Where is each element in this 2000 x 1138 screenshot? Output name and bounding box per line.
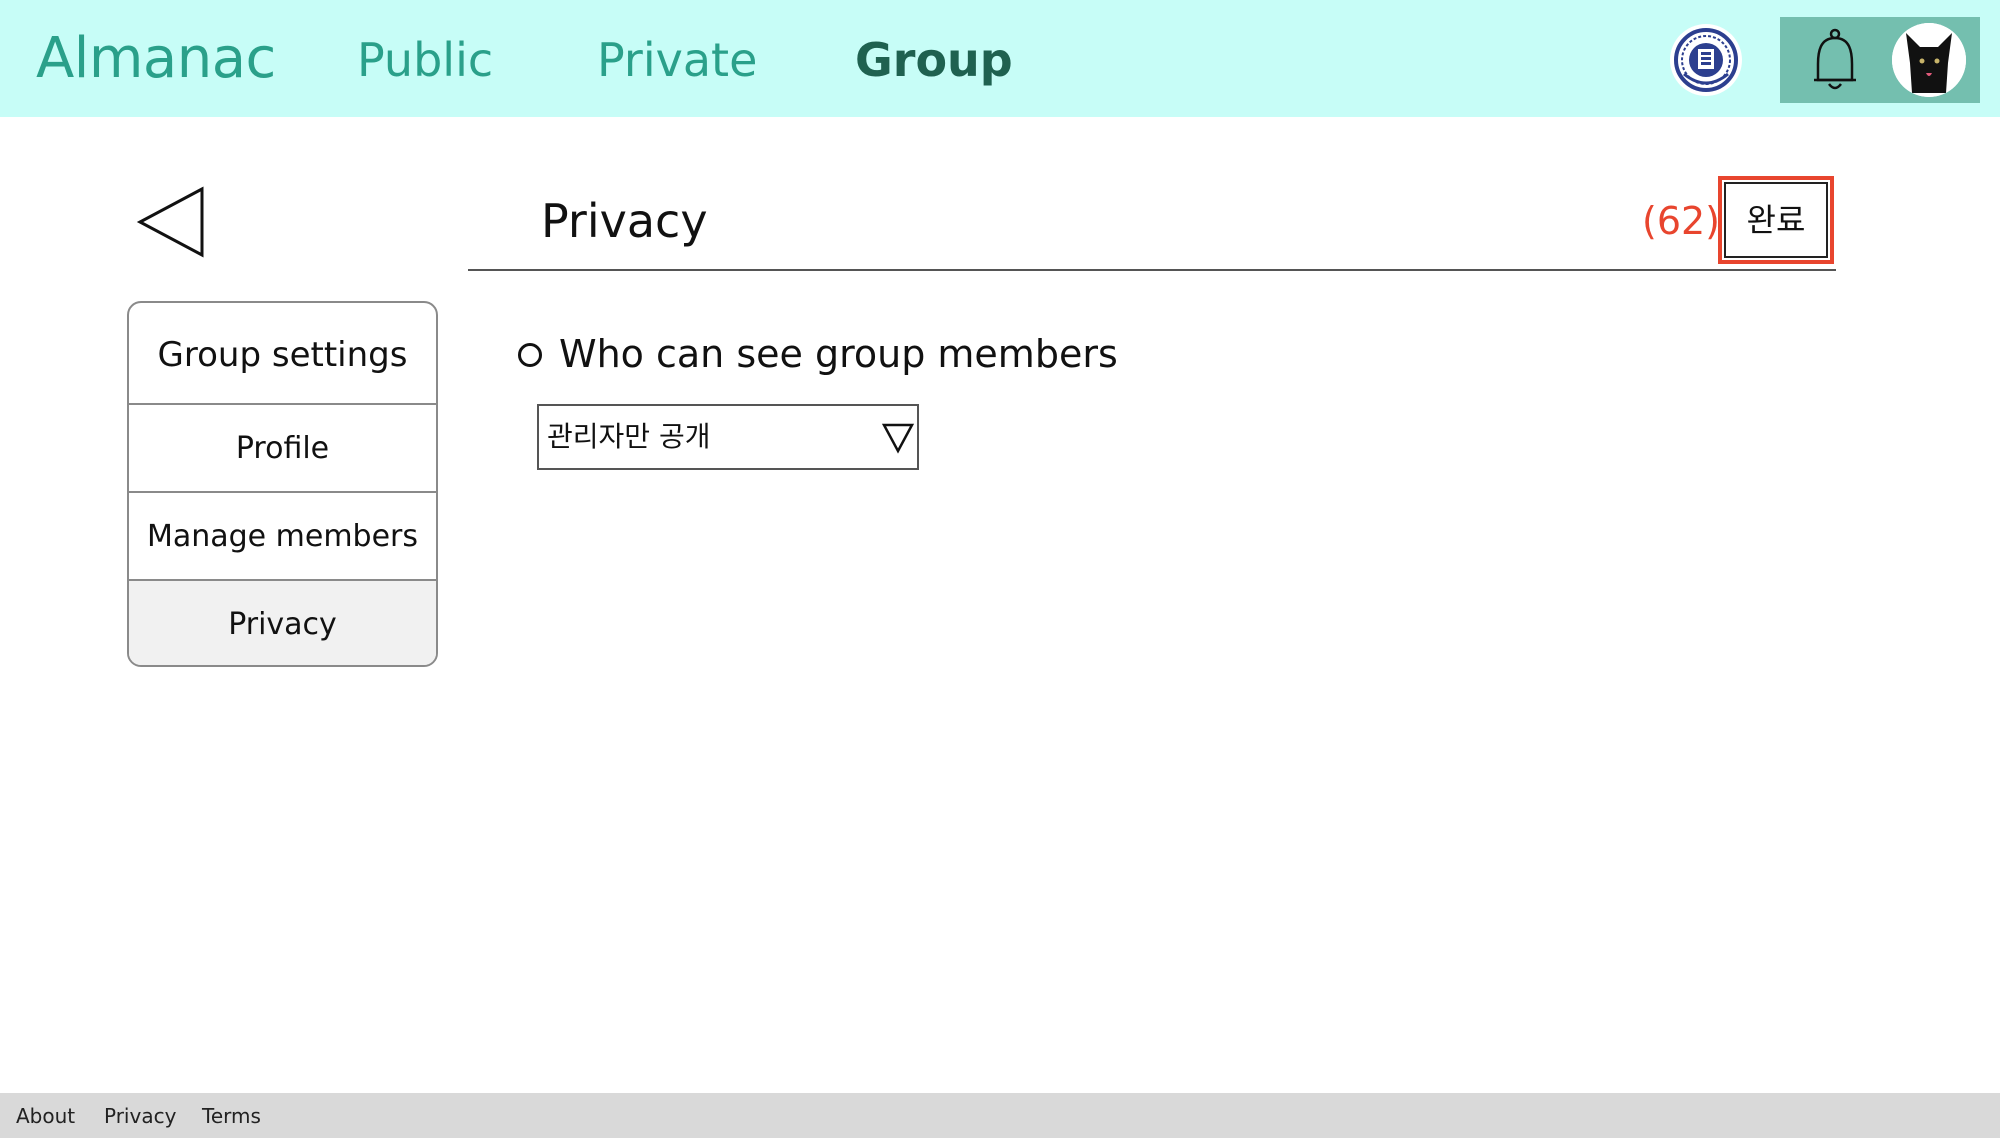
university-seal-icon[interactable] bbox=[1670, 24, 1742, 96]
sidebar-item-privacy[interactable]: Privacy bbox=[129, 581, 436, 665]
sidebar-item-profile[interactable]: Profile bbox=[129, 405, 436, 493]
seal-graphic bbox=[1674, 28, 1738, 92]
sidebar-title: Group settings bbox=[129, 303, 436, 405]
select-current-value: 관리자만 공개 bbox=[547, 420, 711, 453]
nav-tab-group[interactable]: Group bbox=[855, 32, 1013, 88]
footer-link-terms[interactable]: Terms bbox=[202, 1101, 261, 1131]
top-navigation-bar: Almanac Public Private Group bbox=[0, 0, 2000, 117]
nav-tab-private[interactable]: Private bbox=[597, 32, 757, 88]
page-footer: About Privacy Terms bbox=[0, 1093, 2000, 1138]
setting-bullet-icon bbox=[518, 343, 542, 367]
settings-sidebar: Group settings Profile Manage members Pr… bbox=[127, 301, 438, 667]
sidebar-item-manage-members[interactable]: Manage members bbox=[129, 493, 436, 581]
footer-link-privacy[interactable]: Privacy bbox=[104, 1101, 176, 1131]
back-button[interactable] bbox=[136, 186, 206, 258]
user-avatar[interactable] bbox=[1892, 23, 1966, 97]
bell-graphic bbox=[1814, 28, 1856, 90]
member-visibility-select[interactable]: 관리자만 공개 bbox=[537, 404, 919, 470]
back-triangle-icon bbox=[136, 186, 204, 258]
app-logo[interactable]: Almanac bbox=[36, 26, 276, 92]
dropdown-triangle-icon bbox=[881, 423, 915, 454]
member-visibility-label: Who can see group members bbox=[559, 332, 1118, 376]
page-title: Privacy bbox=[541, 194, 708, 248]
footer-link-about[interactable]: About bbox=[16, 1101, 75, 1131]
title-divider bbox=[468, 269, 1836, 271]
annotation-count-label: (62) bbox=[1642, 199, 1721, 243]
nav-tab-public[interactable]: Public bbox=[357, 32, 493, 88]
black-cat-avatar-icon bbox=[1892, 23, 1966, 97]
done-button[interactable]: 완료 bbox=[1724, 182, 1828, 258]
bell-icon[interactable] bbox=[1810, 28, 1860, 94]
